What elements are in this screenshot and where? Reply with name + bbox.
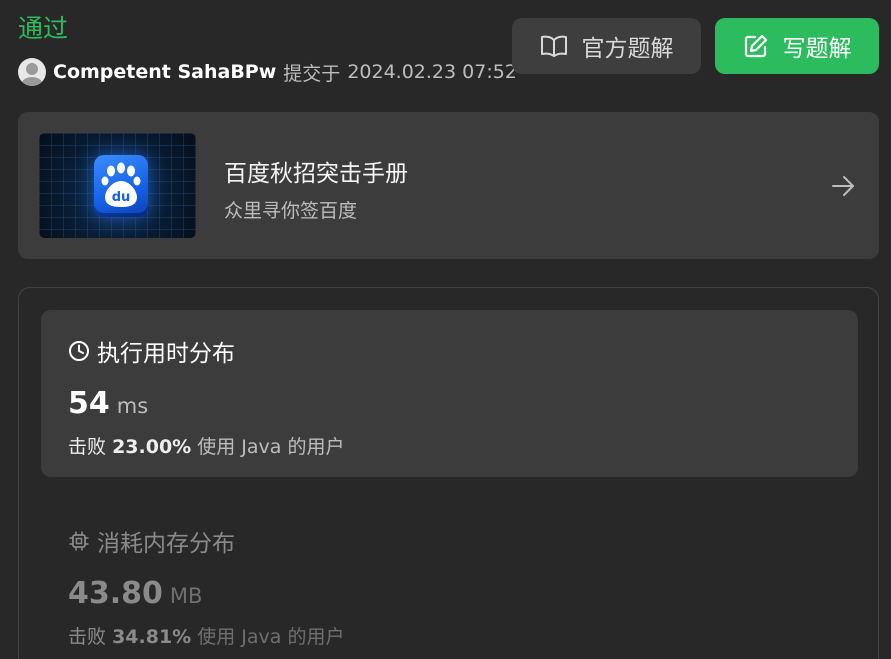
runtime-beats-suffix: 使用 Java 的用户: [197, 436, 345, 458]
submission-status: 通过: [18, 14, 69, 43]
user-avatar-icon: [21, 63, 43, 86]
promo-title: 百度秋招突击手册: [224, 161, 408, 187]
runtime-distribution-card[interactable]: 执行用时分布 54 ms 击败 23.00% 使用 Java 的用户: [41, 310, 858, 477]
memory-beats-prefix: 击败: [68, 626, 107, 648]
write-solution-label: 写题解: [782, 36, 852, 62]
official-solution-button[interactable]: 官方题解: [512, 18, 701, 74]
baidu-paw-icon: du: [94, 155, 148, 217]
memory-beats-suffix: 使用 Java 的用户: [197, 626, 345, 648]
cpu-chip-icon: [69, 531, 89, 551]
memory-value-row: 43.80 MB: [68, 576, 202, 611]
memory-beats-percent: 34.81%: [112, 626, 192, 648]
runtime-value-row: 54 ms: [68, 386, 148, 421]
write-solution-button[interactable]: 写题解: [715, 18, 879, 74]
submitted-prefix: 提交于: [283, 62, 341, 85]
promo-image: du: [39, 133, 196, 238]
book-icon: [540, 35, 567, 57]
promo-card[interactable]: du 百度秋招突击手册 众里寻你签百度: [18, 112, 879, 259]
memory-beats: 击败 34.81% 使用 Java 的用户: [68, 622, 344, 649]
memory-title: 消耗内存分布: [97, 531, 235, 557]
official-solution-label: 官方题解: [581, 36, 674, 62]
memory-value: 43.80: [68, 576, 163, 611]
runtime-title: 执行用时分布: [97, 341, 235, 367]
clock-icon: [69, 341, 89, 361]
baidu-logo-text: du: [112, 190, 131, 205]
runtime-unit: ms: [116, 394, 149, 418]
submitted-time: 2024.02.23 07:52: [347, 61, 517, 83]
submission-detail-page: 通过 Competent SahaBPw 提交于 2024.02.23 07:5…: [0, 0, 891, 659]
runtime-title-row: 执行用时分布: [68, 334, 235, 368]
memory-unit: MB: [169, 584, 203, 608]
memory-distribution-card[interactable]: 消耗内存分布 43.80 MB 击败 34.81% 使用 Java 的用户: [41, 500, 858, 659]
runtime-beats-percent: 23.00%: [112, 436, 192, 458]
username[interactable]: Competent SahaBPw: [53, 61, 276, 83]
runtime-value: 54: [68, 386, 110, 421]
avatar[interactable]: [18, 58, 46, 86]
runtime-beats-prefix: 击败: [68, 436, 107, 458]
promo-subtitle: 众里寻你签百度: [224, 200, 358, 222]
arrow-right-icon[interactable]: [830, 173, 856, 199]
performance-stats-panel: 执行用时分布 54 ms 击败 23.00% 使用 Java 的用户 消耗内存分…: [18, 287, 879, 659]
runtime-beats: 击败 23.00% 使用 Java 的用户: [68, 432, 344, 459]
edit-icon: [744, 34, 767, 58]
submitter-info: Competent SahaBPw 提交于 2024.02.23 07:52: [18, 58, 517, 86]
memory-title-row: 消耗内存分布: [68, 524, 235, 558]
